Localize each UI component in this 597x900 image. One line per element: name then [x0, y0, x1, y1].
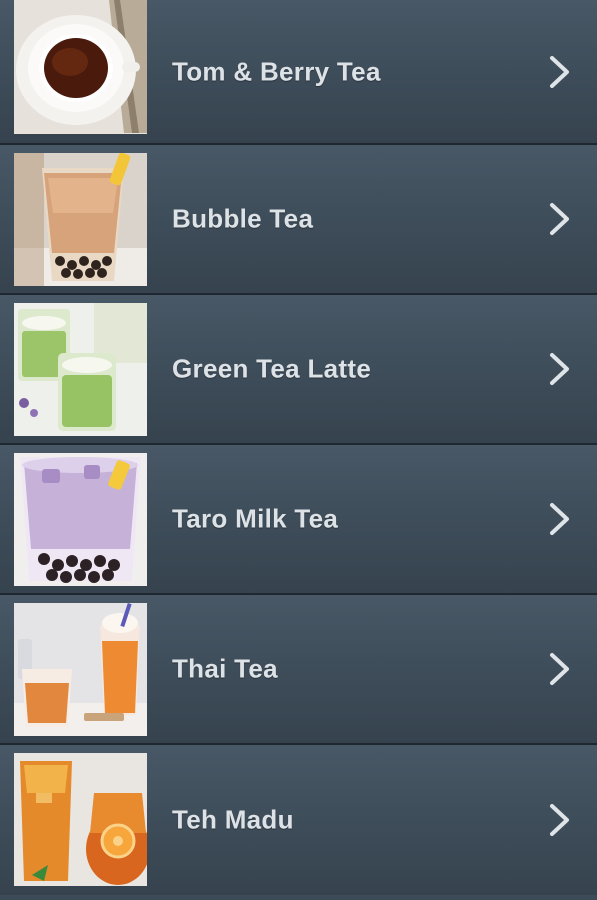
thai-tea-glass-icon — [14, 603, 147, 736]
list-item-bubble-tea[interactable]: Bubble Tea — [0, 145, 597, 295]
chevron-right-icon — [547, 652, 573, 686]
taro-milk-tea-glass-icon — [14, 453, 147, 586]
hot-tea-cup-icon — [14, 0, 147, 134]
list-item-thai-tea[interactable]: Thai Tea — [0, 595, 597, 745]
chevron-right-icon — [547, 55, 573, 89]
chevron-right-icon — [547, 202, 573, 236]
list-item-tom-berry-tea[interactable]: Tom & Berry Tea — [0, 0, 597, 145]
tea-list: Tom & Berry Tea Bubble Tea Green Tea Lat… — [0, 0, 597, 900]
list-item-teh-madu[interactable]: Teh Madu — [0, 745, 597, 895]
item-label: Tom & Berry Tea — [172, 56, 381, 86]
item-label: Bubble Tea — [172, 203, 314, 234]
bubble-tea-glass-icon — [14, 153, 147, 286]
honey-tea-glass-icon — [14, 753, 147, 886]
green-latte-glass-icon — [14, 303, 147, 436]
chevron-right-icon — [547, 502, 573, 536]
chevron-right-icon — [547, 803, 573, 837]
list-item-green-tea-latte[interactable]: Green Tea Latte — [0, 295, 597, 445]
list-item-taro-milk-tea[interactable]: Taro Milk Tea — [0, 445, 597, 595]
item-label: Teh Madu — [172, 804, 294, 835]
item-label: Thai Tea — [172, 653, 278, 684]
item-label: Green Tea Latte — [172, 353, 372, 384]
item-label: Taro Milk Tea — [172, 503, 339, 534]
chevron-right-icon — [547, 352, 573, 386]
